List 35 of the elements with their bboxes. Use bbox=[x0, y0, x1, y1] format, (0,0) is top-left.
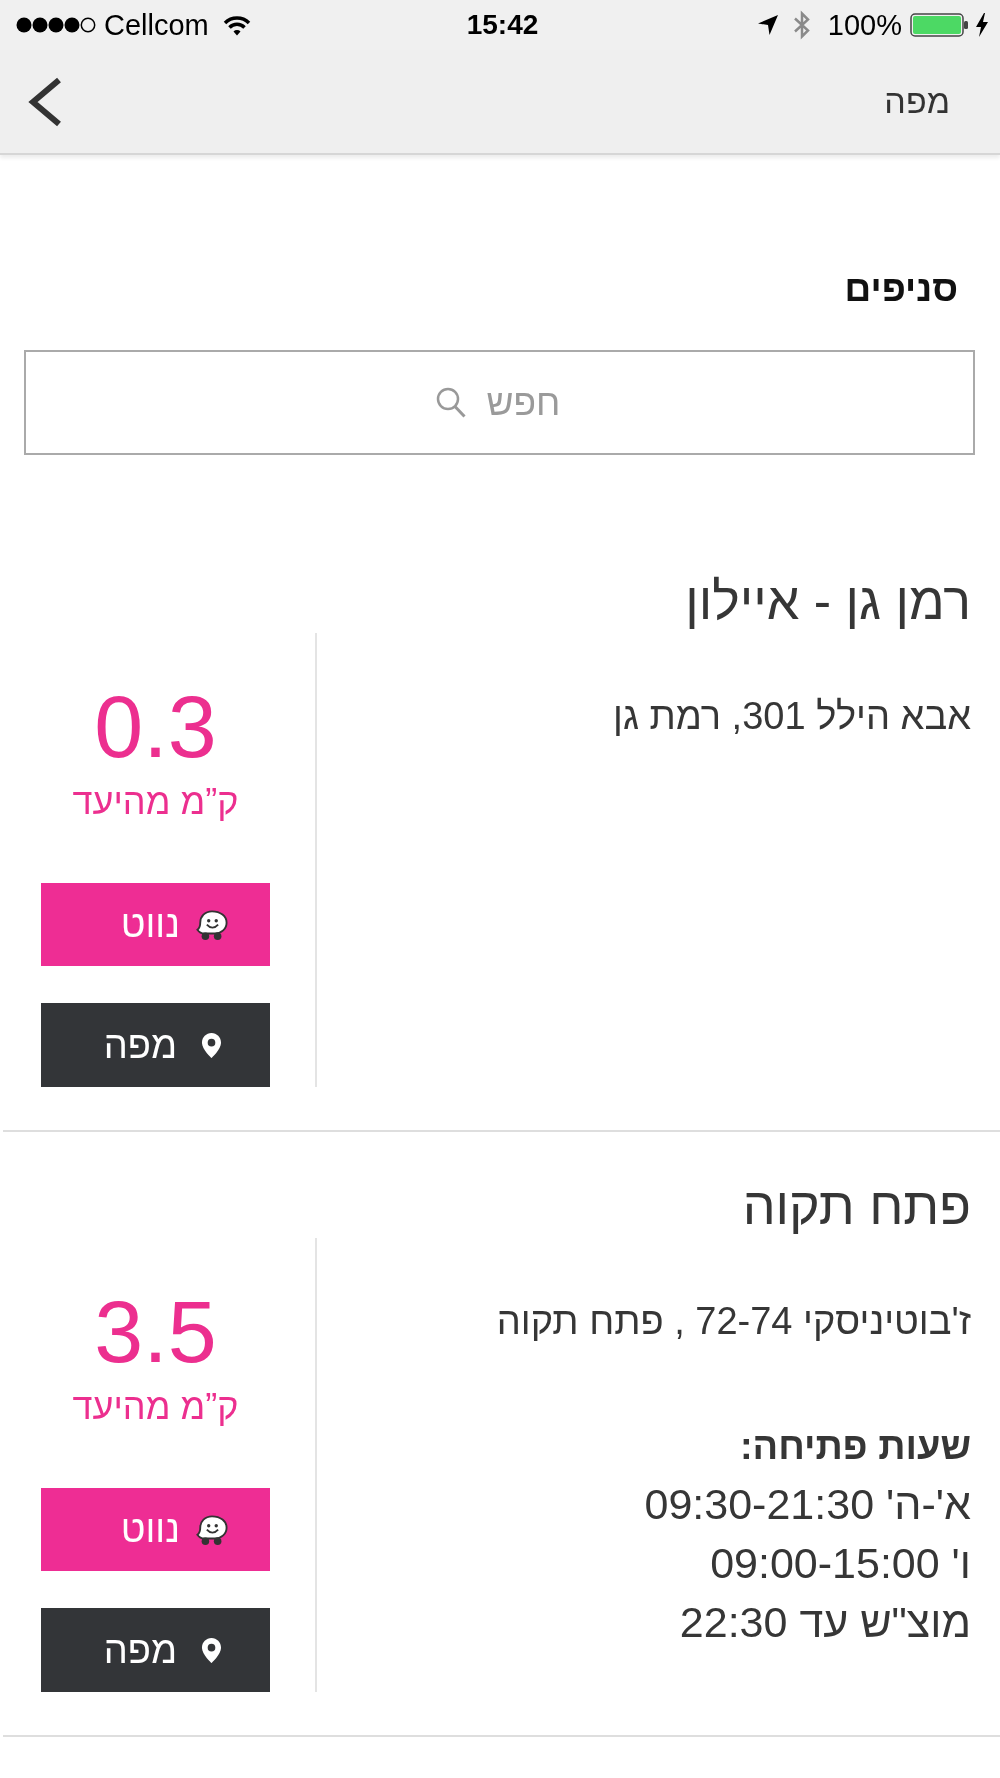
chevron-left-icon bbox=[27, 75, 63, 128]
battery-icon bbox=[910, 13, 969, 37]
search-field[interactable]: חפש bbox=[24, 350, 975, 455]
battery-percent: 100% bbox=[827, 8, 902, 42]
wifi-icon bbox=[222, 14, 251, 36]
hours-line: ו' 09:00-15:00 bbox=[709, 1538, 971, 1589]
back-button[interactable] bbox=[27, 75, 63, 128]
smiley-bubble-icon bbox=[196, 908, 228, 941]
signal-dots-icon bbox=[16, 17, 96, 33]
hours-line: מוצ"ש עד 22:30 bbox=[678, 1597, 971, 1648]
distance-label: ק”מ מהיעד bbox=[71, 780, 240, 824]
branch-address: אבא הילל 301, רמת גן bbox=[612, 694, 971, 739]
map-button[interactable]: מפה bbox=[41, 1003, 270, 1087]
map-pin-icon bbox=[201, 1636, 222, 1664]
map-pin-icon bbox=[201, 1031, 222, 1059]
hours-title: שעות פתיחה: bbox=[738, 1424, 971, 1469]
map-button[interactable]: מפה bbox=[41, 1608, 270, 1692]
hours-line: א'-ה' 09:30-21:30 bbox=[643, 1479, 971, 1530]
page-heading: סניפים bbox=[843, 267, 958, 311]
navigate-button[interactable]: נווט bbox=[41, 883, 270, 966]
nav-title: מפה bbox=[884, 82, 950, 121]
distance-value: 3.5 bbox=[93, 1288, 218, 1376]
branch-name: רמן גן - איילון bbox=[684, 571, 972, 632]
branch-name: פתח תקוה bbox=[741, 1176, 972, 1237]
location-arrow-icon bbox=[756, 14, 779, 36]
carrier-name: Cellcom bbox=[104, 8, 209, 42]
status-time: 15:42 bbox=[466, 9, 539, 41]
charging-bolt-icon bbox=[975, 13, 989, 37]
smiley-bubble-icon bbox=[196, 1513, 228, 1546]
distance-value: 0.3 bbox=[93, 683, 218, 771]
bluetooth-icon bbox=[791, 10, 812, 40]
search-icon bbox=[436, 387, 466, 418]
navigate-button[interactable]: נווט bbox=[41, 1488, 270, 1571]
branch-address: ז'בוטיניסקי 72-74 , פתח תקוה bbox=[495, 1299, 971, 1344]
distance-label: ק”מ מהיעד bbox=[71, 1385, 240, 1429]
